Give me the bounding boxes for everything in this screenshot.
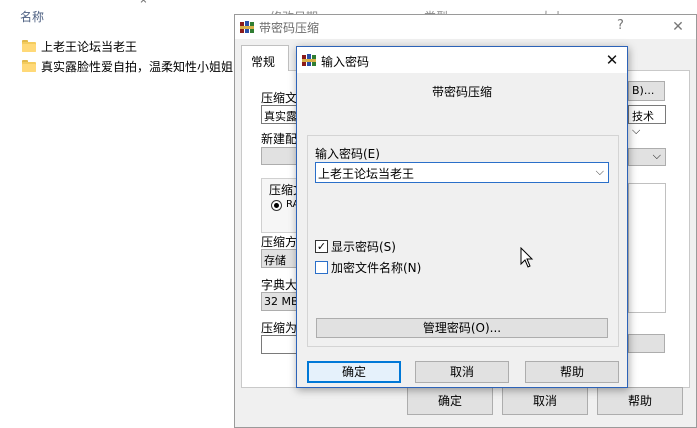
method-combo[interactable]: 存储 [261,249,301,268]
archive-dialog-titlebar[interactable]: 带密码压缩 ? ✕ [235,15,696,39]
list-item-label: 上老王论坛当老王 [41,39,138,54]
chevron-down-icon: ⌵ [652,149,661,162]
checkmark-icon[interactable]: ✓ [315,240,328,253]
winrar-icon [302,53,316,67]
profile-select[interactable]: 技术 ⌵ [628,105,666,137]
folder-icon [22,60,36,72]
profile-select-value: 技术 [632,110,654,123]
new-profile-label: 新建配 [261,132,298,146]
enter-password-titlebar[interactable]: 输入密码 ✕ [297,47,627,73]
list-item[interactable]: 真实露脸性爱自拍，温柔知性小姐姐 [22,56,233,76]
help-button[interactable]: 帮助 [525,361,619,383]
chevron-down-icon: ⌵ [632,124,641,137]
manage-passwords-button[interactable]: 管理密码(O)... [316,318,608,338]
password-value: 上老王论坛当老王 [318,167,415,181]
column-name-header[interactable]: 名称 [20,8,44,25]
enter-password-dialog: 输入密码 ✕ 带密码压缩 输入密码(E) 上老王论坛当老王 ⌵ ✓ 显示密码(S… [296,46,628,388]
password-label: 输入密码(E) [315,147,380,161]
dict-combo[interactable]: 32 MB [261,292,301,311]
options-panel [628,183,666,313]
chevron-down-icon[interactable]: ⌵ [596,165,604,179]
encrypt-filenames-label: 加密文件名称(N) [331,261,422,275]
help-button[interactable]: 帮助 [597,387,683,415]
dict-label: 字典大 [261,278,298,292]
set-password-button[interactable] [628,334,665,353]
archive-name-input[interactable]: 真实露 [261,105,301,124]
archive-name-label: 压缩文 [261,91,298,105]
cancel-button[interactable]: 取消 [502,387,588,415]
rar-radio[interactable] [271,200,282,211]
winrar-icon [240,20,254,34]
empty-checkbox-icon[interactable] [315,261,328,274]
help-icon[interactable]: ? [617,18,624,33]
show-password-label: 显示密码(S) [331,240,396,254]
folder-icon [22,40,36,52]
enter-password-title: 输入密码 [321,55,370,69]
list-item-label: 真实露脸性爱自拍，温柔知性小姐姐 [41,59,234,74]
sort-ascending-icon: ⌃ [138,0,149,13]
split-label: 压缩为 [261,321,298,335]
close-icon[interactable]: ✕ [597,47,627,73]
password-input[interactable]: 上老王论坛当老王 ⌵ [315,162,609,183]
profile-combo[interactable] [261,147,301,165]
show-password-checkbox[interactable]: ✓ 显示密码(S) [315,238,396,255]
ok-button[interactable]: 确定 [407,387,493,415]
encrypt-filenames-checkbox[interactable]: 加密文件名称(N) [315,259,421,276]
browse-button[interactable]: B)... [628,81,665,101]
mouse-cursor-icon [520,247,534,268]
dialog-heading: 带密码压缩 [431,85,492,99]
method-label: 压缩方 [261,235,298,249]
ok-button[interactable]: 确定 [307,361,401,383]
tab-general[interactable]: 常规 [241,45,289,71]
cancel-button[interactable]: 取消 [415,361,509,383]
update-mode-combo[interactable]: ⌵ [628,148,666,166]
list-item[interactable]: 上老王论坛当老王 [22,36,137,56]
archive-dialog-title: 带密码压缩 [259,21,320,35]
close-icon[interactable]: ✕ [660,15,696,39]
split-input[interactable] [261,335,301,354]
